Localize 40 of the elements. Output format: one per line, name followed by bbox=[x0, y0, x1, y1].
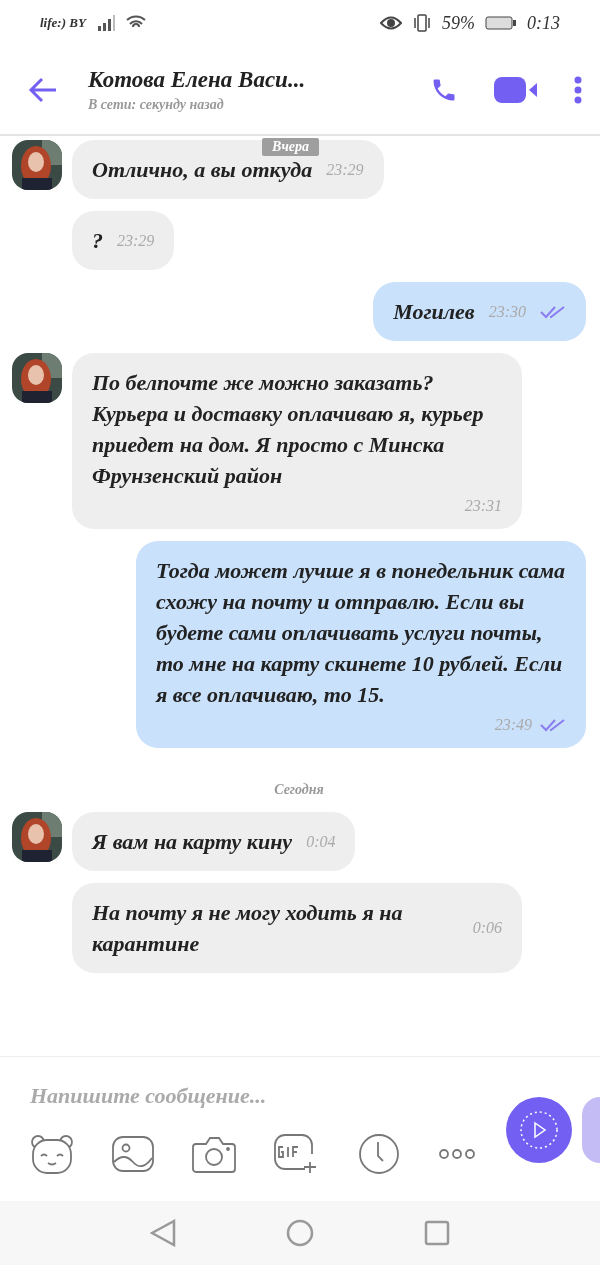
double-check-icon bbox=[540, 304, 566, 319]
bear-sticker-icon[interactable] bbox=[30, 1134, 74, 1174]
message-text: На почту я не могу ходить я на карантине bbox=[92, 899, 404, 958]
eye-icon bbox=[380, 16, 402, 30]
message-input[interactable]: Напишите сообщение... bbox=[30, 1079, 430, 1113]
image-icon[interactable] bbox=[112, 1136, 154, 1172]
contact-name: Котова Елена Васи... bbox=[88, 67, 307, 93]
message-time: 23:31 bbox=[464, 497, 502, 515]
clock-icon[interactable] bbox=[358, 1133, 400, 1175]
back-nav-icon[interactable] bbox=[150, 1219, 176, 1247]
message-time: 23:30 bbox=[488, 302, 526, 321]
battery-percent: 59% bbox=[442, 12, 475, 34]
message-text: Я вам на карту кину bbox=[92, 828, 293, 856]
clock-time: 0:13 bbox=[527, 12, 560, 34]
play-icon bbox=[519, 1110, 559, 1150]
more-options-icon[interactable] bbox=[438, 1148, 476, 1160]
message-text: Отлично, а вы откуда bbox=[92, 156, 313, 184]
message-text: По белпочте же можно заказать? Курьера и доставку оплачиваю я, курьер приедет на дом. Я просто с Минска Фрунзенский район bbox=[92, 369, 485, 490]
home-nav-icon[interactable] bbox=[286, 1219, 314, 1247]
back-arrow-icon[interactable] bbox=[28, 77, 58, 103]
message-time: 23:49 bbox=[494, 716, 532, 734]
camera-icon[interactable] bbox=[192, 1135, 236, 1173]
vibrate-icon bbox=[412, 14, 432, 32]
message-text: Тогда может лучше я в понедельник сама схожу на почту и отправлю. Если вы будете сами оплачивать услуги почты, то мне на карту скинете 10 рублей. Если я все оплачиваю, то 15. bbox=[156, 557, 566, 709]
video-camera-icon[interactable] bbox=[494, 76, 538, 104]
message-time: 23:29 bbox=[326, 160, 364, 179]
date-separator: Сегодня bbox=[274, 782, 324, 798]
message-text: Могилев bbox=[393, 298, 475, 326]
recents-nav-icon[interactable] bbox=[424, 1220, 450, 1246]
signal-icon bbox=[95, 15, 116, 31]
message-text: ? bbox=[92, 227, 103, 255]
message-time: 0:04 bbox=[306, 832, 336, 851]
battery-icon bbox=[485, 16, 517, 30]
online-status: В сети: секунду назад bbox=[88, 97, 225, 113]
date-badge: Вчера bbox=[262, 138, 320, 156]
more-menu-icon[interactable] bbox=[574, 76, 582, 104]
double-check-icon bbox=[540, 718, 566, 732]
message-time: 0:06 bbox=[472, 919, 502, 937]
message-time: 23:29 bbox=[117, 231, 155, 250]
carrier-label: life:) BY bbox=[40, 15, 86, 31]
